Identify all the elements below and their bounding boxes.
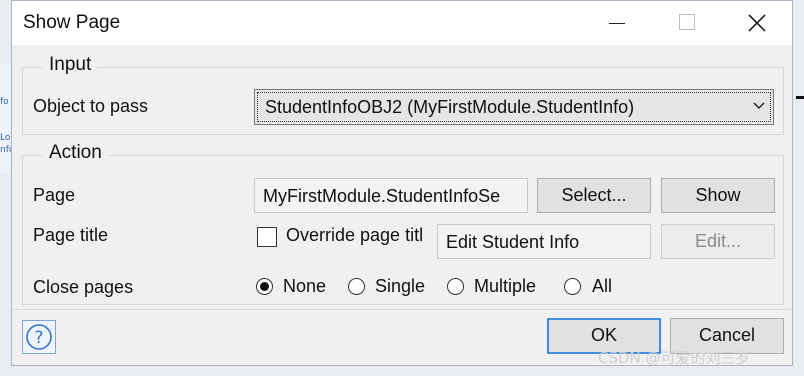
- close-icon[interactable]: [745, 11, 769, 35]
- override-page-title-checkbox[interactable]: [257, 227, 277, 247]
- background-connector: [796, 96, 804, 99]
- input-legend: Input: [43, 54, 98, 76]
- help-icon[interactable]: ?: [22, 320, 56, 354]
- footer-divider: [12, 309, 792, 310]
- close-all-label[interactable]: All: [592, 276, 612, 297]
- close-multiple-radio[interactable]: [447, 278, 464, 295]
- svg-text:?: ?: [34, 328, 43, 348]
- close-pages-label: Close pages: [33, 277, 134, 297]
- close-single-radio[interactable]: [348, 278, 365, 295]
- page-label: Page: [33, 185, 76, 205]
- close-single-label[interactable]: Single: [375, 276, 425, 297]
- watermark-text: CSDN @可爱的刘三岁: [598, 349, 751, 367]
- close-multiple-label[interactable]: Multiple: [474, 276, 536, 297]
- object-to-pass-label: Object to pass: [33, 96, 149, 116]
- page-field-value: MyFirstModule.StudentInfoSe: [263, 186, 501, 206]
- edit-title-button[interactable]: Edit...: [661, 224, 775, 259]
- minimize-icon[interactable]: [606, 11, 630, 35]
- close-none-radio[interactable]: [256, 278, 273, 295]
- object-to-pass-value: StudentInfoOBJ2 (MyFirstModule.StudentIn…: [265, 97, 635, 117]
- chevron-down-icon: [753, 102, 765, 110]
- object-to-pass-select[interactable]: StudentInfoOBJ2 (MyFirstModule.StudentIn…: [254, 89, 774, 125]
- page-title-label: Page title: [33, 225, 109, 245]
- close-all-radio[interactable]: [564, 278, 581, 295]
- select-page-button[interactable]: Select...: [537, 178, 651, 213]
- background-text: fo: [0, 97, 9, 107]
- page-field: MyFirstModule.StudentInfoSe: [254, 178, 528, 213]
- page-title-field: Edit Student Info: [437, 224, 651, 259]
- close-none-label[interactable]: None: [283, 276, 326, 297]
- page-title-value: Edit Student Info: [446, 232, 580, 252]
- show-page-button[interactable]: Show: [661, 178, 775, 213]
- title-bar: Show Page: [12, 1, 792, 45]
- action-legend: Action: [43, 142, 108, 164]
- override-page-title-label[interactable]: Override page titl: [286, 225, 436, 246]
- dialog-title: Show Page: [23, 12, 121, 33]
- maximize-icon[interactable]: [676, 11, 700, 35]
- show-page-dialog: Show Page Input Object to pass StudentIn…: [11, 0, 793, 366]
